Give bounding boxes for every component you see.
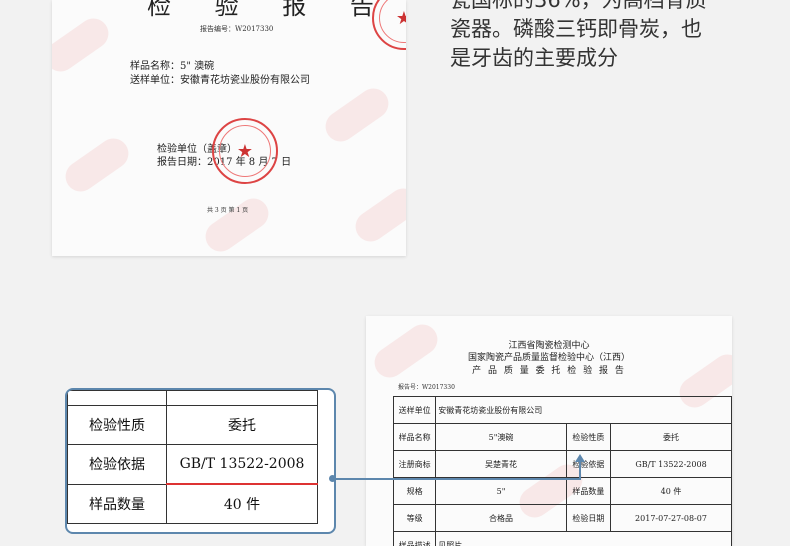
report-number: 报告号：W2017330 bbox=[398, 382, 455, 391]
zoomed-table-callout: 检验性质 委托 检验依据 GB/T 13522-2008 样品数量 40 件 bbox=[65, 388, 336, 534]
table-row: 样品数量 40 件 bbox=[68, 484, 318, 524]
table-row: 注册商标 吴楚青花 检验依据 GB/T 13522-2008 bbox=[394, 451, 732, 478]
zoom-value: 40 件 bbox=[167, 484, 318, 524]
description-line: 瓷国标的36%，为高档骨质 bbox=[450, 0, 770, 15]
report-number: 报告编号：W2017330 bbox=[200, 24, 273, 34]
watermark bbox=[200, 193, 275, 256]
report-title: 检 验 报 告 bbox=[147, 0, 392, 21]
inspection-report-page: 江西省陶瓷检测中心 国家陶瓷产品质量监督检验中心（江西） 产 品 质 量 委 托… bbox=[366, 316, 732, 546]
table-cell-label: 规格 bbox=[394, 478, 436, 505]
table-cell-label: 注册商标 bbox=[394, 451, 436, 478]
table-cell-value: 合格品 bbox=[436, 505, 566, 532]
zoom-key: 检验依据 bbox=[68, 445, 167, 485]
table-cell-value: 2017-07-27-08-07 bbox=[611, 505, 732, 532]
table-cell-value: 吴楚青花 bbox=[436, 451, 566, 478]
table-cell-value: GB/T 13522-2008 bbox=[611, 451, 732, 478]
table-cell-value: 委托 bbox=[611, 424, 732, 451]
sample-name: 样品名称：5" 澳碗 bbox=[130, 57, 214, 72]
description-line: 瓷器。磷酸三钙即骨炭，也 bbox=[450, 15, 770, 44]
zoom-key: 样品数量 bbox=[68, 484, 167, 524]
connector-line bbox=[333, 478, 580, 480]
report-table: 送样单位 安徽青花坊瓷业股份有限公司 样品名称 5"澳碗 检验性质 委托 注册商… bbox=[393, 396, 732, 546]
table-cell-label: 样品描述 bbox=[394, 532, 436, 546]
description-text: 瓷国标的36%，为高档骨质 瓷器。磷酸三钙即骨炭，也 是牙齿的主要成分 bbox=[450, 0, 770, 73]
watermark bbox=[60, 133, 135, 198]
table-cell-label: 检验日期 bbox=[566, 505, 610, 532]
table-cell-label: 检验性质 bbox=[566, 424, 610, 451]
zoom-value: GB/T 13522-2008 bbox=[167, 445, 318, 485]
zoom-value: 委托 bbox=[167, 406, 318, 445]
report-header-2: 国家陶瓷产品质量监督检验中心（江西） bbox=[366, 350, 732, 363]
table-row: 规格 5" 样品数量 40 件 bbox=[394, 478, 732, 505]
table-cell-value: 安徽青花坊瓷业股份有限公司 bbox=[436, 397, 732, 424]
table-cell-label: 送样单位 bbox=[394, 397, 436, 424]
zoom-table: 检验性质 委托 检验依据 GB/T 13522-2008 样品数量 40 件 bbox=[67, 390, 318, 524]
connector-line bbox=[579, 460, 581, 480]
zoom-key: 检验性质 bbox=[68, 406, 167, 445]
page-indicator: 共 3 页 第 1 页 bbox=[207, 205, 248, 214]
table-cell-value: 5"澳碗 bbox=[436, 424, 566, 451]
official-seal-icon: ★ bbox=[212, 118, 278, 184]
table-row: 检验性质 委托 bbox=[68, 406, 318, 445]
table-cell-value: 5" bbox=[436, 478, 566, 505]
watermark bbox=[350, 183, 406, 248]
table-cell-label: 样品名称 bbox=[394, 424, 436, 451]
table-cell-label: 样品数量 bbox=[566, 478, 610, 505]
watermark bbox=[320, 83, 395, 148]
table-cell-label: 等级 bbox=[394, 505, 436, 532]
table-row: 送样单位 安徽青花坊瓷业股份有限公司 bbox=[394, 397, 732, 424]
watermark bbox=[52, 13, 114, 78]
table-row: 检验依据 GB/T 13522-2008 bbox=[68, 445, 318, 485]
table-row bbox=[68, 391, 318, 406]
table-cell-label: 检验依据 bbox=[566, 451, 610, 478]
table-row: 样品描述 见照片 bbox=[394, 532, 732, 546]
table-cell-value: 见照片 bbox=[436, 532, 732, 546]
table-row: 等级 合格品 检验日期 2017-07-27-08-07 bbox=[394, 505, 732, 532]
table-row: 样品名称 5"澳碗 检验性质 委托 bbox=[394, 424, 732, 451]
description-line: 是牙齿的主要成分 bbox=[450, 44, 770, 73]
report-cover-page: 检 验 报 告 报告编号：W2017330 样品名称：5" 澳碗 送样单位：安徽… bbox=[52, 0, 406, 256]
arrow-up-icon bbox=[575, 454, 585, 462]
official-seal-icon: ★ bbox=[372, 0, 406, 50]
report-header-3: 产 品 质 量 委 托 检 验 报 告 bbox=[366, 363, 732, 376]
table-cell-value: 40 件 bbox=[611, 478, 732, 505]
sender-unit: 送样单位：安徽青花坊瓷业股份有限公司 bbox=[130, 71, 310, 86]
